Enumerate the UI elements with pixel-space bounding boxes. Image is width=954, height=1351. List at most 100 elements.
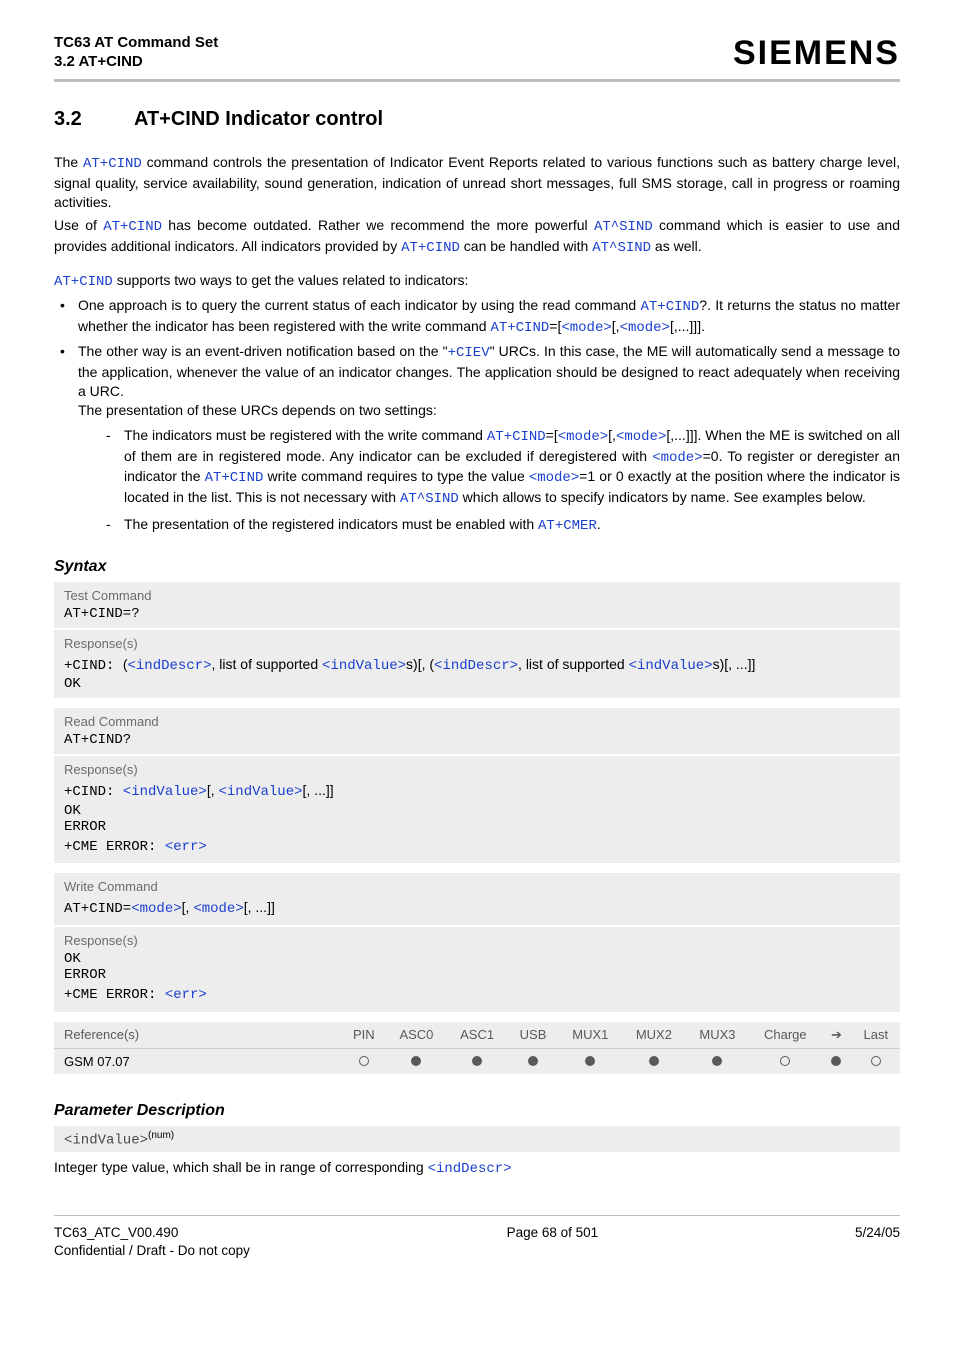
col-last: Last	[852, 1022, 900, 1049]
link-mode[interactable]: <mode>	[529, 470, 579, 486]
reference-value: GSM 07.07	[54, 1048, 342, 1074]
bullet-item-1: One approach is to query the current sta…	[54, 296, 900, 338]
link-indvalue[interactable]: <indValue>	[629, 658, 713, 674]
link-at-cind[interactable]: AT+CIND	[401, 240, 460, 256]
bullet-item-2: The other way is an event-driven notific…	[54, 342, 900, 536]
page-footer: TC63_ATC_V00.490 Confidential / Draft - …	[54, 1224, 900, 1260]
link-ciev[interactable]: +CIEV	[448, 345, 490, 361]
link-at-cind[interactable]: AT+CIND	[640, 299, 699, 315]
intro-paragraph-2: Use of AT+CIND has become outdated. Rath…	[54, 216, 900, 258]
dot-open-icon	[359, 1056, 369, 1066]
link-mode[interactable]: <mode>	[558, 429, 608, 445]
write-command-label: Write Command	[64, 879, 890, 894]
intro-block: The AT+CIND command controls the present…	[54, 153, 900, 257]
col-charge: Charge	[749, 1022, 821, 1049]
link-at-cind[interactable]: AT+CIND	[54, 274, 113, 290]
dot-filled-icon	[831, 1056, 841, 1066]
read-command-value: AT+CIND?	[64, 732, 890, 748]
cme-line: +CME ERROR: <err>	[64, 835, 890, 857]
ok-line: OK	[64, 803, 890, 819]
dot-filled-icon	[528, 1056, 538, 1066]
dot-mux1	[559, 1048, 623, 1074]
dot-arrow	[821, 1048, 851, 1074]
link-at-sind[interactable]: AT^SIND	[594, 219, 653, 235]
col-pin: PIN	[342, 1022, 386, 1049]
link-mode[interactable]: <mode>	[616, 429, 666, 445]
section-heading: 3.2AT+CIND Indicator control	[54, 108, 900, 131]
link-at-cind[interactable]: AT+CIND	[83, 156, 142, 172]
dot-open-icon	[780, 1056, 790, 1066]
page-root: TC63 AT Command Set 3.2 AT+CIND SIEMENS …	[0, 0, 954, 1291]
brand-logo: SIEMENS	[733, 34, 900, 73]
dot-last	[852, 1048, 900, 1074]
dash-list: The indicators must be registered with t…	[102, 426, 900, 536]
footer-divider	[54, 1215, 900, 1216]
dot-mux2	[622, 1048, 686, 1074]
dot-asc1	[447, 1048, 508, 1074]
link-indvalue[interactable]: <indValue>	[123, 784, 207, 800]
link-at-cind[interactable]: AT+CIND	[103, 219, 162, 235]
supports-line: AT+CIND supports two ways to get the val…	[54, 271, 900, 292]
error-line: ERROR	[64, 819, 890, 835]
test-response-label: Response(s)	[64, 636, 890, 651]
link-mode[interactable]: <mode>	[131, 901, 181, 917]
doc-subtitle: 3.2 AT+CIND	[54, 53, 218, 70]
dot-mux3	[686, 1048, 750, 1074]
link-mode[interactable]: <mode>	[620, 320, 670, 336]
link-indvalue[interactable]: <indValue>	[219, 784, 303, 800]
dot-filled-icon	[712, 1056, 722, 1066]
link-at-sind[interactable]: AT^SIND	[592, 240, 651, 256]
link-at-cind[interactable]: AT+CIND	[487, 429, 546, 445]
ok-line: OK	[64, 676, 890, 692]
link-indvalue[interactable]: <indValue>	[322, 658, 406, 674]
read-command-box: Read Command AT+CIND?	[54, 708, 900, 754]
header-left: TC63 AT Command Set 3.2 AT+CIND	[54, 34, 218, 70]
test-command-box: Test Command AT+CIND=?	[54, 582, 900, 628]
col-asc0: ASC0	[386, 1022, 447, 1049]
section-title: AT+CIND Indicator control	[134, 108, 383, 130]
link-at-cind[interactable]: AT+CIND	[205, 470, 264, 486]
test-response-line: +CIND: (<indDescr>, list of supported <i…	[64, 654, 890, 676]
dot-filled-icon	[411, 1056, 421, 1066]
dot-pin	[342, 1048, 386, 1074]
link-mode[interactable]: <mode>	[561, 320, 611, 336]
link-err[interactable]: <err>	[165, 839, 207, 855]
dash-item-2: The presentation of the registered indic…	[102, 515, 900, 536]
param-type: (num)	[148, 1130, 174, 1141]
link-at-cind[interactable]: AT+CIND	[490, 320, 549, 336]
link-at-cmer[interactable]: AT+CMER	[538, 518, 597, 534]
write-response-label: Response(s)	[64, 933, 890, 948]
dot-filled-icon	[649, 1056, 659, 1066]
link-mode[interactable]: <mode>	[193, 901, 243, 917]
test-response-box: Response(s) +CIND: (<indDescr>, list of …	[54, 630, 900, 698]
link-inddescr[interactable]: <indDescr>	[127, 658, 211, 674]
dot-charge	[749, 1048, 821, 1074]
link-mode[interactable]: <mode>	[652, 450, 702, 466]
header-divider	[54, 79, 900, 82]
col-arrow: ➔	[821, 1022, 851, 1049]
read-response-label: Response(s)	[64, 762, 890, 777]
reference-value-row: GSM 07.07	[54, 1048, 900, 1074]
cme-line: +CME ERROR: <err>	[64, 983, 890, 1005]
write-command-group: Write Command AT+CIND=<mode>[, <mode>[, …	[54, 873, 900, 1012]
read-command-label: Read Command	[64, 714, 890, 729]
test-command-label: Test Command	[64, 588, 890, 603]
dot-filled-icon	[585, 1056, 595, 1066]
syntax-heading: Syntax	[54, 558, 900, 576]
link-inddescr[interactable]: <indDescr>	[428, 1161, 512, 1177]
col-mux1: MUX1	[559, 1022, 623, 1049]
footer-right: 5/24/05	[855, 1224, 900, 1260]
link-err[interactable]: <err>	[165, 987, 207, 1003]
reference-header-row: Reference(s) PIN ASC0 ASC1 USB MUX1 MUX2…	[54, 1022, 900, 1049]
page-header: TC63 AT Command Set 3.2 AT+CIND SIEMENS	[54, 34, 900, 73]
read-command-group: Read Command AT+CIND? Response(s) +CIND:…	[54, 708, 900, 863]
write-command-box: Write Command AT+CIND=<mode>[, <mode>[, …	[54, 873, 900, 925]
link-inddescr[interactable]: <indDescr>	[434, 658, 518, 674]
link-at-sind[interactable]: AT^SIND	[400, 491, 459, 507]
dot-usb	[507, 1048, 558, 1074]
write-response-box: Response(s) OK ERROR +CME ERROR: <err>	[54, 927, 900, 1011]
read-response-line: +CIND: <indValue>[, <indValue>[, ...]]	[64, 780, 890, 802]
dot-open-icon	[871, 1056, 881, 1066]
footer-left: TC63_ATC_V00.490 Confidential / Draft - …	[54, 1224, 250, 1260]
test-command-group: Test Command AT+CIND=? Response(s) +CIND…	[54, 582, 900, 698]
